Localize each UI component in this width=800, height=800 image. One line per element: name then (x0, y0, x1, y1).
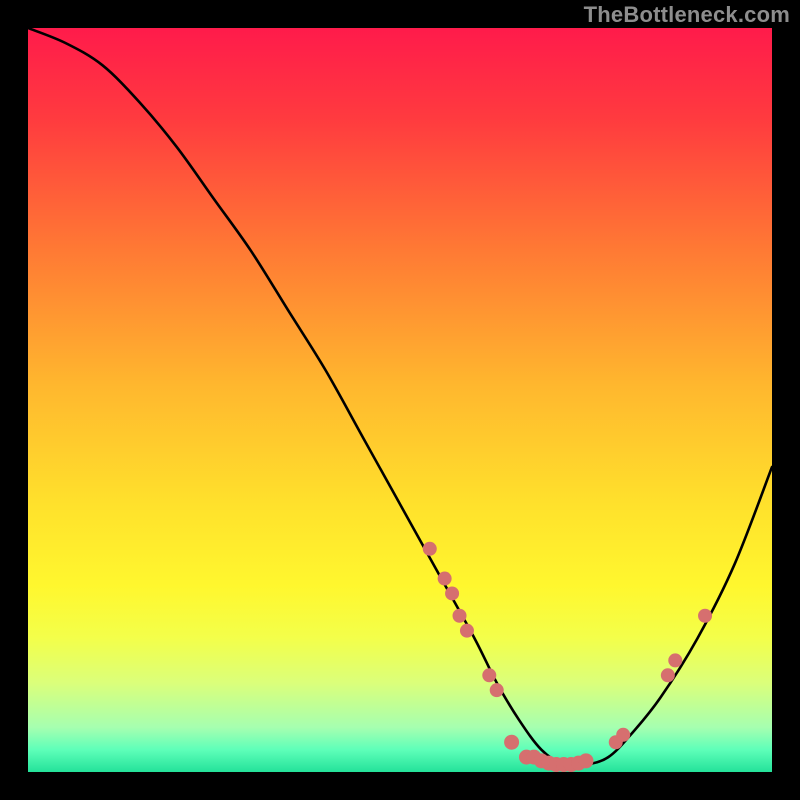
data-marker (616, 728, 630, 742)
watermark-text: TheBottleneck.com (584, 2, 790, 28)
data-marker (490, 683, 504, 697)
data-marker (661, 668, 675, 682)
data-marker (460, 624, 474, 638)
data-marker (453, 609, 467, 623)
data-marker (579, 753, 594, 768)
chart-frame (28, 28, 772, 772)
data-marker (445, 586, 459, 600)
bottleneck-chart (28, 28, 772, 772)
gradient-background (28, 28, 772, 772)
data-marker (668, 653, 682, 667)
data-marker (698, 609, 712, 623)
data-marker (504, 735, 519, 750)
data-marker (438, 572, 452, 586)
data-marker (482, 668, 496, 682)
data-marker (423, 542, 437, 556)
